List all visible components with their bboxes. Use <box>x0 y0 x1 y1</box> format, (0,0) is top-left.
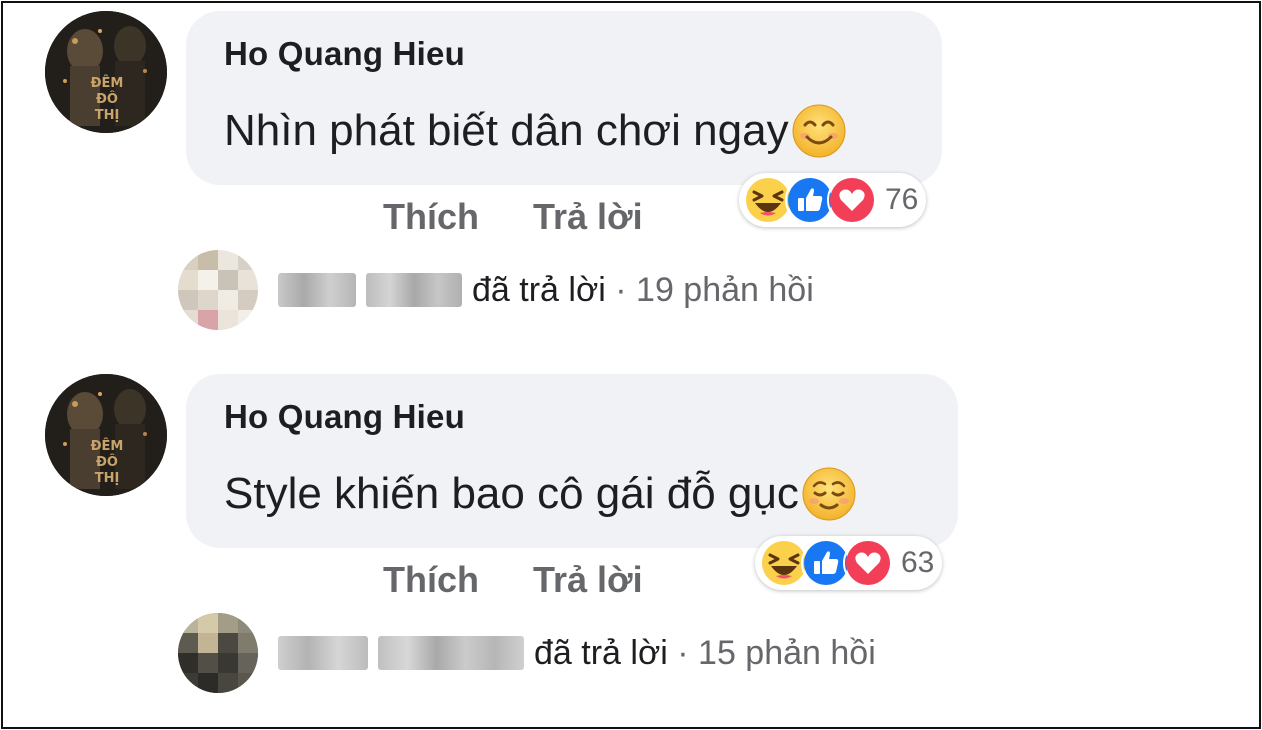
avatar-caption-1: ĐÊM <box>91 438 124 454</box>
reply-count[interactable]: 15 phản hồi <box>698 634 876 672</box>
reply-summary-row[interactable]: đã trả lời · 15 phản hồi <box>178 613 876 693</box>
smiling-face-icon <box>791 103 847 159</box>
reply-button[interactable]: Trả lời <box>533 196 643 238</box>
avatar-caption-2: ĐÔ <box>96 454 118 470</box>
comment-author[interactable]: Ho Quang Hieu <box>224 398 465 436</box>
comment-text-line: Nhìn phát biết dân chơi ngay <box>224 103 847 159</box>
reaction-count: 63 <box>901 546 935 579</box>
love-icon <box>827 175 877 225</box>
reply-separator: · <box>677 633 689 672</box>
reply-verb: đã trả lời <box>534 633 668 672</box>
comment-author[interactable]: Ho Quang Hieu <box>224 35 465 73</box>
relieved-face-icon <box>801 466 857 522</box>
reply-button[interactable]: Trả lời <box>533 559 643 601</box>
comment-actions: Thích Trả lời <box>383 559 643 601</box>
replier-name-blurred <box>278 636 524 670</box>
comment-bubble: Ho Quang Hieu Style khiến bao cô gái đỗ … <box>186 374 958 548</box>
reply-separator: · <box>615 270 627 309</box>
like-button[interactable]: Thích <box>383 196 479 238</box>
avatar-caption-1: ĐÊM <box>91 75 124 91</box>
avatar-caption-3: THỊ <box>95 471 120 486</box>
reaction-summary[interactable]: 76 <box>739 173 927 227</box>
comment-text: Style khiến bao cô gái đỗ gục <box>224 469 799 518</box>
replier-avatar-blurred <box>178 613 258 693</box>
avatar[interactable]: ĐÊM ĐÔ THỊ <box>45 374 167 496</box>
replier-name-blurred <box>278 273 462 307</box>
comment-thread: ĐÊM ĐÔ THỊ Ho Quang Hieu Style khiến bao… <box>3 366 1259 726</box>
comments-screenshot-frame: ĐÊM ĐÔ THỊ Ho Quang Hieu Nhìn phát biết … <box>1 1 1261 729</box>
avatar-caption-2: ĐÔ <box>96 91 118 107</box>
comment-bubble: Ho Quang Hieu Nhìn phát biết dân chơi ng… <box>186 11 942 185</box>
avatar[interactable]: ĐÊM ĐÔ THỊ <box>45 11 167 133</box>
reply-summary-text: đã trả lời · 19 phản hồi <box>472 271 814 310</box>
reply-verb: đã trả lời <box>472 270 606 309</box>
comment-thread: ĐÊM ĐÔ THỊ Ho Quang Hieu Nhìn phát biết … <box>3 3 1259 363</box>
reply-summary-text: đã trả lời · 15 phản hồi <box>534 634 876 673</box>
reaction-count: 76 <box>885 183 919 216</box>
like-button[interactable]: Thích <box>383 559 479 601</box>
reply-summary-row[interactable]: đã trả lời · 19 phản hồi <box>178 250 814 330</box>
reply-count[interactable]: 19 phản hồi <box>636 271 814 309</box>
love-icon <box>843 538 893 588</box>
comment-text: Nhìn phát biết dân chơi ngay <box>224 106 789 155</box>
comment-actions: Thích Trả lời <box>383 196 643 238</box>
reaction-summary[interactable]: 63 <box>755 536 943 590</box>
replier-avatar-blurred <box>178 250 258 330</box>
avatar-caption-3: THỊ <box>95 108 120 123</box>
comment-text-line: Style khiến bao cô gái đỗ gục <box>224 466 857 522</box>
